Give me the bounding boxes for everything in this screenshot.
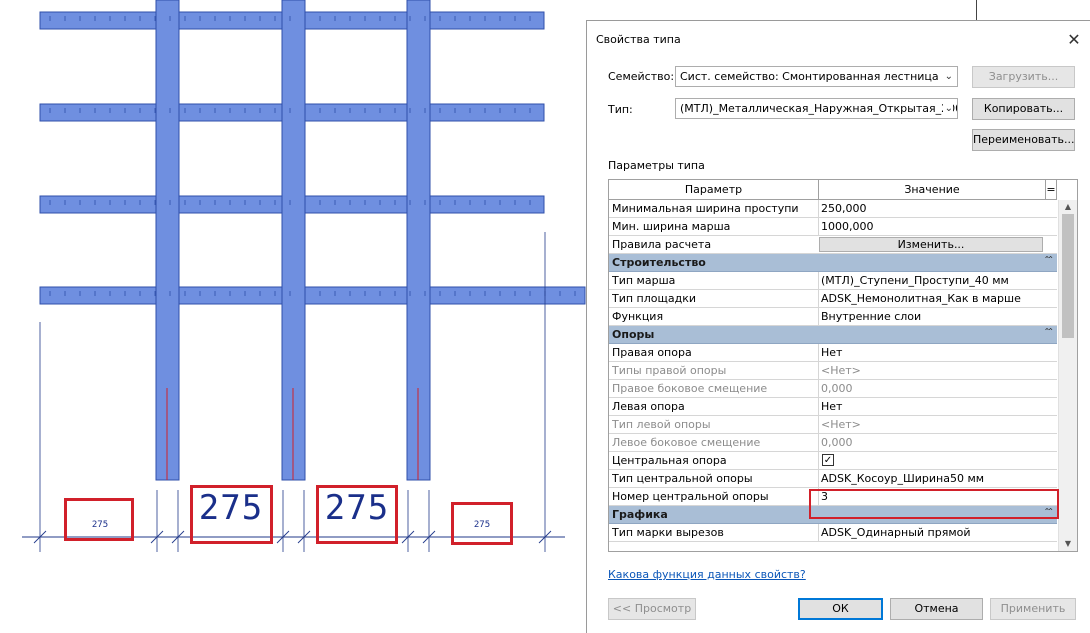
parameter-row[interactable]: Минимальная ширина проступи 250,000 [609,200,1057,218]
parameter-row[interactable]: Функция Внутренние слои [609,308,1057,326]
column-header-sort[interactable]: = [1046,180,1057,200]
type-properties-dialog: Свойства типа ✕ Семейство: Сист. семейст… [586,20,1090,633]
parameter-value[interactable]: ADSK_Косоур_Ширина50 мм [818,470,1054,487]
family-label: Семейство: [608,70,675,83]
parameter-value[interactable]: (МТЛ)_Ступени_Проступи_40 мм [818,272,1054,289]
parameter-value[interactable]: 0,000 [818,380,1054,397]
drawing-canvas[interactable]: 275 275 275 275 [0,0,590,633]
column-header-parameter[interactable]: Параметр [609,180,819,200]
parameter-name: Центральная опора [612,454,727,467]
family-combo[interactable]: Сист. семейство: Смонтированная лестница… [675,66,958,87]
dialog-titlebar[interactable]: Свойства типа ✕ [587,21,1090,57]
parameter-name: Минимальная ширина проступи [612,202,799,215]
group-name: Строительство [612,256,706,269]
parameter-value[interactable]: <Нет> [818,416,1054,433]
ok-button[interactable]: ОК [798,598,883,620]
chevron-down-icon: ⌄ [942,99,953,118]
group-row[interactable]: Строительство ⌃⌃ [609,254,1057,272]
beam-ticks [49,16,576,296]
parameter-value [818,452,1054,469]
dialog-title: Свойства типа [596,33,681,46]
beam-4 [39,286,586,305]
close-icon[interactable]: ✕ [1064,30,1084,50]
family-combo-value: Сист. семейство: Смонтированная лестница [680,70,939,83]
parameter-row[interactable]: Типы правой опоры <Нет> [609,362,1057,380]
parameter-name: Тип центральной опоры [612,472,753,485]
collapse-icon[interactable]: ⌃⌃ [1044,255,1055,264]
column-header-value[interactable]: Значение [819,180,1046,200]
center-support-checkbox[interactable]: ✓ [822,454,834,466]
center-lines [166,388,419,480]
parameter-row[interactable]: Тип центральной опоры ADSK_Косоур_Ширина5… [609,470,1057,488]
parameter-name: Правое боковое смещение [612,382,768,395]
background-line [976,0,977,20]
group-name: Графика [612,508,668,521]
parameter-value[interactable]: 0,000 [818,434,1054,451]
scroll-up-icon[interactable]: ▲ [1059,200,1077,214]
cancel-button[interactable]: Отмена [890,598,983,620]
parameter-value[interactable]: 250,000 [818,200,1054,217]
parameter-name: Номер центральной опоры [612,490,769,503]
highlight-box-1 [64,498,134,541]
parameter-name: Тип марша [612,274,676,287]
copy-button[interactable]: Копировать... [972,98,1075,120]
load-button[interactable]: Загрузить... [972,66,1075,88]
type-combo[interactable]: (МТЛ)_Металлическая_Наружная_Открытая_20… [675,98,958,119]
group-row[interactable]: Опоры ⌃⌃ [609,326,1057,344]
parameter-name: Мин. ширина марша [612,220,731,233]
parameter-name: Левая опора [612,400,685,413]
parameter-value[interactable]: <Нет> [818,362,1054,379]
highlight-box-4 [451,502,513,545]
help-link[interactable]: Какова функция данных свойств? [608,568,806,581]
highlight-support-number [809,489,1059,519]
highlight-box-3 [316,485,398,544]
rename-button[interactable]: Переименовать... [972,129,1075,151]
parameter-name: Правая опора [612,346,692,359]
parameter-value[interactable]: Нет [818,398,1054,415]
parameter-name: Тип марки вырезов [612,526,724,539]
group-name: Опоры [612,328,655,341]
parameter-row[interactable]: Тип марки вырезов ADSK_Одинарный прямой [609,524,1057,542]
parameter-row[interactable]: Мин. ширина марша 1000,000 [609,218,1057,236]
grid-scrollbar[interactable]: ▲ ▼ [1058,200,1077,551]
parameter-name: Функция [612,310,664,323]
preview-button[interactable]: << Просмотр [608,598,696,620]
parameter-name: Тип площадки [612,292,697,305]
type-combo-value: (МТЛ)_Металлическая_Наружная_Открытая_20… [680,102,958,115]
type-params-label: Параметры типа [608,159,705,172]
parameter-row[interactable]: Правая опора Нет [609,344,1057,362]
parameter-row[interactable]: Тип марша (МТЛ)_Ступени_Проступи_40 мм [609,272,1057,290]
parameter-name: Левое боковое смещение [612,436,761,449]
parameter-row[interactable]: Левое боковое смещение 0,000 [609,434,1057,452]
scrollbar-thumb[interactable] [1062,214,1074,338]
parameter-name: Правила расчета [612,238,712,251]
parameter-row[interactable]: Левая опора Нет [609,398,1057,416]
parameter-row[interactable]: Тип левой опоры <Нет> [609,416,1057,434]
parameter-row[interactable]: Правое боковое смещение 0,000 [609,380,1057,398]
chevron-down-icon: ⌄ [944,71,953,82]
parameter-name: Тип левой опоры [612,418,711,431]
parameter-name: Типы правой опоры [612,364,727,377]
parameter-value[interactable]: Нет [818,344,1054,361]
apply-button[interactable]: Применить [990,598,1076,620]
parameter-row[interactable]: Тип площадки ADSK_Немонолитная_Как в марш… [609,290,1057,308]
scroll-down-icon[interactable]: ▼ [1059,537,1077,551]
highlight-box-2 [190,485,273,544]
parameter-row[interactable]: Правила расчета Изменить... [609,236,1057,254]
horizontal-beams [39,11,586,305]
parameter-value[interactable]: ADSK_Немонолитная_Как в марше [818,290,1054,307]
parameter-value[interactable]: Внутренние слои [818,308,1054,325]
parameter-value[interactable]: 1000,000 [818,218,1054,235]
collapse-icon[interactable]: ⌃⌃ [1044,327,1055,336]
parameter-value[interactable]: ADSK_Одинарный прямой [818,524,1054,541]
edit-rules-button[interactable]: Изменить... [819,237,1043,252]
type-label: Тип: [608,103,633,116]
parameter-row[interactable]: Центральная опора ✓ [609,452,1057,470]
